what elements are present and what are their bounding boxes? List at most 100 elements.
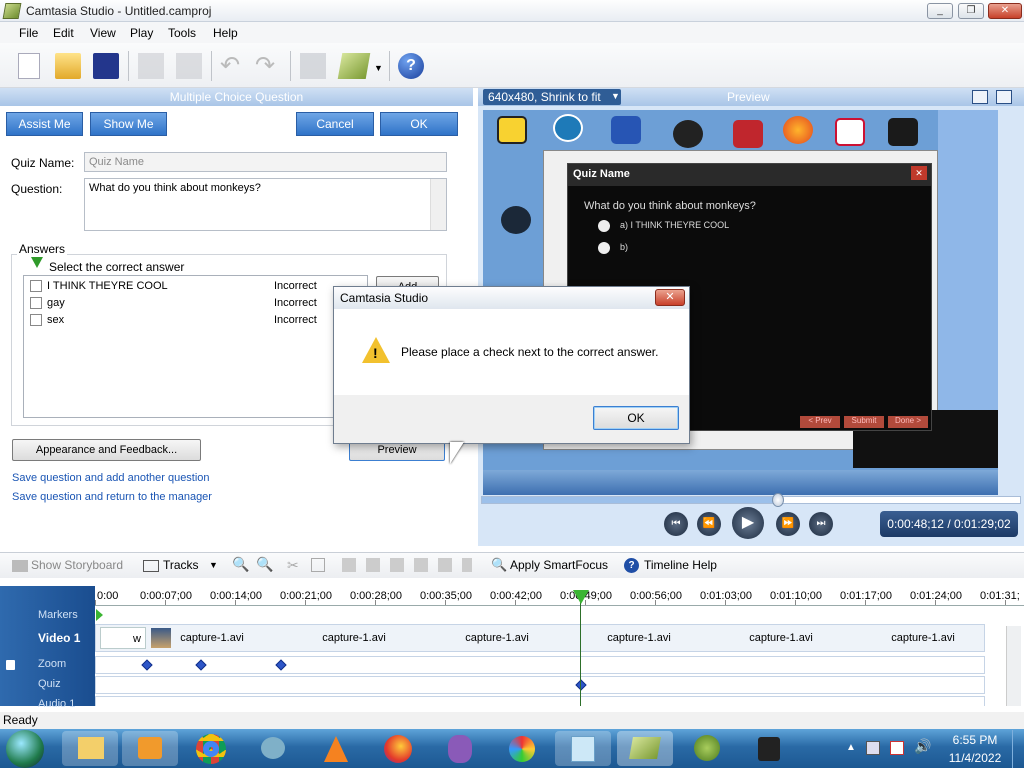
close-icon[interactable]: ✕ [911,166,927,180]
quiz-submit-button[interactable]: Submit [844,416,884,428]
quiz-done-button[interactable]: Done > [888,416,928,428]
zoom-lane[interactable] [95,656,985,674]
preview-progress-track[interactable] [481,496,1021,504]
quiz-lane[interactable] [95,676,985,694]
video-lane[interactable]: w capture-1.avi capture-1.avi capture-1.… [95,624,985,652]
menu-edit[interactable]: Edit [53,26,74,40]
clock-time[interactable]: 6:55 PM [946,733,1004,747]
radio-option-b[interactable] [598,242,610,254]
radio-option-a[interactable] [598,220,610,232]
menu-play[interactable]: Play [130,26,153,40]
dropdown-arrow-icon[interactable]: ▼ [374,63,383,73]
volume-tray-icon[interactable]: 🔊 [914,738,931,755]
show-hidden-icons[interactable]: ▲ [846,742,856,753]
minimize-button[interactable]: _ [927,3,953,19]
size-select[interactable]: 640x480, Shrink to fit [483,89,621,105]
markers-lane[interactable] [95,608,985,624]
chevron-down-icon[interactable]: ▼ [611,91,620,101]
progress-thumb[interactable] [772,493,784,507]
save-icon[interactable] [93,53,119,79]
undo-icon[interactable]: ↶ [220,53,246,79]
answer-text[interactable]: I THINK THEYRE COOL [47,280,168,292]
video-clip[interactable]: capture-1.avi [461,627,533,649]
close-window-button[interactable]: ✕ [988,3,1022,19]
lock-icon[interactable] [6,660,15,670]
action-center-tray-icon[interactable] [890,741,904,755]
camtasia-player-taskbar-icon[interactable] [679,731,735,766]
menu-tools[interactable]: Tools [168,26,196,40]
save-return-link[interactable]: Save question and return to the manager [12,491,212,503]
split-icon[interactable] [311,558,325,572]
network-tray-icon[interactable] [866,741,880,755]
zoom-out-icon[interactable]: 🔍 [256,556,273,573]
help-icon[interactable]: ? [624,558,639,573]
timeline-help-button[interactable]: Timeline Help [644,558,717,572]
video-clip[interactable]: capture-1.avi [745,627,817,649]
appearance-feedback-button[interactable]: Appearance and Feedback... [12,439,201,461]
rewind-icon[interactable]: ⏪ [697,512,721,536]
notepad-taskbar-icon[interactable] [555,731,611,766]
save-add-another-link[interactable]: Save question and add another question [12,472,210,484]
timeline-scrollbar[interactable] [1006,626,1021,706]
menu-view[interactable]: View [90,26,116,40]
zoom-keyframe[interactable] [275,659,287,671]
fullscreen-icon[interactable] [996,90,1012,104]
zoom-keyframe[interactable] [195,659,207,671]
chevron-down-icon[interactable]: ▼ [209,560,218,570]
play-icon[interactable]: ▶ [732,507,764,539]
quiz-prev-button[interactable]: < Prev [800,416,840,428]
fast-forward-icon[interactable]: ⏩ [776,512,800,536]
answer-text[interactable]: gay [47,297,65,309]
video-clip[interactable]: capture-1.avi [176,627,248,649]
audio-lane[interactable] [95,696,985,706]
menu-help[interactable]: Help [213,26,238,40]
media-player-taskbar-icon[interactable] [122,731,178,766]
tracks-button[interactable]: Tracks [163,558,199,572]
question-textarea[interactable]: What do you think about monkeys? [84,178,447,231]
paint-taskbar-icon[interactable] [493,731,549,766]
network-taskbar-icon[interactable] [245,731,301,766]
start-button[interactable] [6,730,44,768]
recorder-taskbar-icon[interactable] [741,731,797,766]
produce-icon[interactable] [176,53,202,79]
vlc-taskbar-icon[interactable] [308,731,364,766]
pidgin-taskbar-icon[interactable] [432,731,488,766]
quiz-marker[interactable] [575,679,587,691]
camtasia-taskbar-icon[interactable] [617,731,673,766]
show-me-button[interactable]: Show Me [90,112,167,136]
video-clip[interactable]: w [100,627,146,649]
playhead-icon[interactable] [573,590,589,604]
question-scrollbar[interactable] [430,179,446,230]
library-icon[interactable] [300,53,326,79]
redo-icon[interactable]: ↷ [255,53,281,79]
cancel-button[interactable]: Cancel [296,112,374,136]
answer-checkbox[interactable] [30,314,42,326]
video-clip[interactable]: capture-1.avi [603,627,675,649]
video-clip[interactable]: capture-1.avi [887,627,959,649]
record-icon[interactable] [138,53,164,79]
detach-preview-icon[interactable] [972,90,988,104]
maximize-button[interactable]: ❐ [958,3,984,19]
camtasia-menu-icon[interactable] [337,53,371,79]
ok-button[interactable]: OK [380,112,458,136]
show-desktop-button[interactable] [1012,730,1024,768]
menu-file[interactable]: File [19,26,38,40]
clock-date[interactable]: 11/4/2022 [946,751,1004,765]
show-storyboard-button[interactable]: Show Storyboard [31,558,123,572]
new-file-icon[interactable] [18,53,40,79]
open-folder-icon[interactable] [55,53,81,79]
quiz-name-input[interactable]: Quiz Name [84,152,447,172]
zoom-in-icon[interactable]: 🔍 [232,556,249,573]
video-clip[interactable]: capture-1.avi [318,627,390,649]
cut-icon[interactable]: ✂ [287,557,299,574]
skip-end-icon[interactable]: ⏭ [809,512,833,536]
answer-checkbox[interactable] [30,297,42,309]
dialog-ok-button[interactable]: OK [593,406,679,430]
firefox-taskbar-icon[interactable] [370,731,426,766]
help-icon[interactable]: ? [398,53,424,79]
answer-text[interactable]: sex [47,314,64,326]
chrome-taskbar-icon[interactable] [184,731,240,766]
dialog-close-icon[interactable]: ✕ [655,289,685,306]
answer-checkbox[interactable] [30,280,42,292]
skip-start-icon[interactable]: ⏮ [664,512,688,536]
